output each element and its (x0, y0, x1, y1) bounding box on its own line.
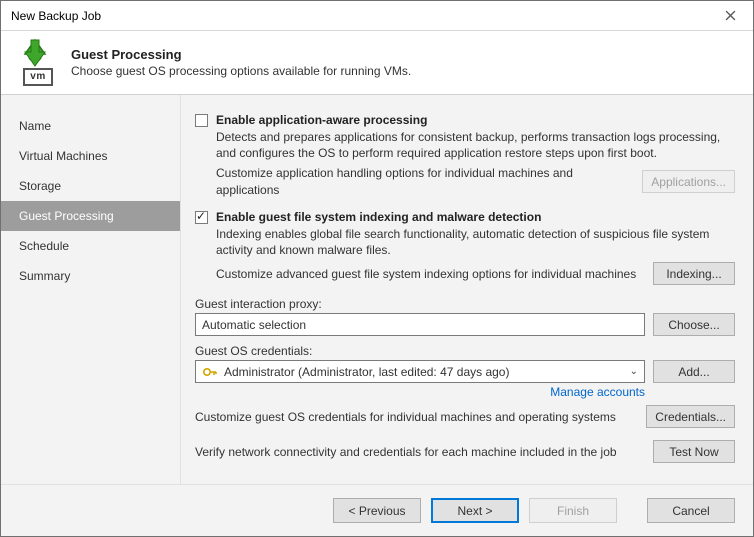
credentials-add-button[interactable]: Add... (653, 360, 735, 383)
proxy-choose-button[interactable]: Choose... (653, 313, 735, 336)
sidebar-item-storage[interactable]: Storage (1, 171, 180, 201)
proxy-value: Automatic selection (202, 318, 306, 332)
next-button[interactable]: Next > (431, 498, 519, 523)
credentials-section: Guest OS credentials: Administrator (Adm… (195, 344, 735, 399)
credentials-label: Guest OS credentials: (195, 344, 735, 358)
indexing-button[interactable]: Indexing... (653, 262, 735, 285)
cancel-button[interactable]: Cancel (647, 498, 735, 523)
window-title: New Backup Job (11, 9, 708, 23)
sidebar-item-summary[interactable]: Summary (1, 261, 180, 291)
proxy-field[interactable]: Automatic selection (195, 313, 645, 336)
wizard-header: vm Guest Processing Choose guest OS proc… (1, 31, 753, 95)
checkbox-indexing-label: Enable guest file system indexing and ma… (216, 210, 541, 224)
wizard-window: New Backup Job vm Guest Processing Choos… (0, 0, 754, 537)
test-row: Verify network connectivity and credenti… (195, 440, 735, 463)
credentials-customize-row: Customize guest OS credentials for indiv… (195, 405, 735, 428)
applications-button[interactable]: Applications... (642, 170, 735, 193)
checkbox-app-aware-label: Enable application-aware processing (216, 113, 427, 127)
option-indexing: Enable guest file system indexing and ma… (195, 210, 735, 285)
proxy-label: Guest interaction proxy: (195, 297, 735, 311)
wizard-sidebar: Name Virtual Machines Storage Guest Proc… (1, 95, 181, 484)
finish-button[interactable]: Finish (529, 498, 617, 523)
close-button[interactable] (708, 1, 753, 30)
download-arrow-icon (19, 38, 51, 70)
app-aware-description: Detects and prepares applications for co… (216, 129, 735, 161)
previous-button[interactable]: < Previous (333, 498, 421, 523)
sidebar-item-name[interactable]: Name (1, 111, 180, 141)
chevron-down-icon: ⌄ (628, 366, 640, 377)
credentials-customize-text: Customize guest OS credentials for indiv… (195, 410, 646, 424)
credentials-button[interactable]: Credentials... (646, 405, 735, 428)
wizard-step-icon: vm (11, 40, 59, 88)
close-icon (725, 10, 736, 21)
indexing-customize-label: Customize advanced guest file system ind… (216, 266, 653, 282)
step-title: Guest Processing (71, 47, 411, 64)
app-aware-customize-label: Customize application handling options f… (216, 165, 642, 197)
titlebar: New Backup Job (1, 1, 753, 31)
checkbox-indexing[interactable] (195, 211, 208, 224)
manage-accounts-link[interactable]: Manage accounts (550, 385, 645, 399)
sidebar-item-virtual-machines[interactable]: Virtual Machines (1, 141, 180, 171)
step-description: Choose guest OS processing options avail… (71, 64, 411, 80)
option-app-aware: Enable application-aware processing Dete… (195, 113, 735, 198)
vm-badge: vm (23, 68, 53, 86)
verify-text: Verify network connectivity and credenti… (195, 445, 653, 459)
indexing-description: Indexing enables global file search func… (216, 226, 735, 258)
sidebar-item-guest-processing[interactable]: Guest Processing (1, 201, 180, 231)
key-icon (202, 364, 218, 380)
proxy-section: Guest interaction proxy: Automatic selec… (195, 297, 735, 336)
wizard-content: Enable application-aware processing Dete… (181, 95, 753, 484)
test-now-button[interactable]: Test Now (653, 440, 735, 463)
wizard-body: Name Virtual Machines Storage Guest Proc… (1, 95, 753, 484)
wizard-footer: < Previous Next > Finish Cancel (1, 484, 753, 536)
credentials-select[interactable]: Administrator (Administrator, last edite… (195, 360, 645, 383)
checkbox-app-aware[interactable] (195, 114, 208, 127)
credentials-value: Administrator (Administrator, last edite… (224, 365, 509, 379)
sidebar-item-schedule[interactable]: Schedule (1, 231, 180, 261)
